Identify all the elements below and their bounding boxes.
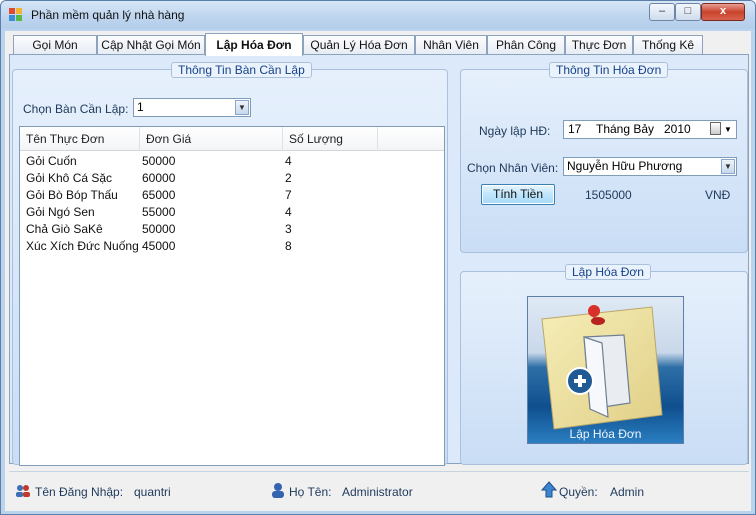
item-quantity: 3 [285, 222, 292, 236]
item-name: Gỏi Cuốn [26, 154, 77, 168]
currency-label: VNĐ [705, 188, 731, 202]
close-button[interactable]: x [701, 3, 745, 21]
date-day: 17 [568, 122, 582, 136]
list-item[interactable]: Chả Giò SaKê 50000 3 [20, 221, 444, 238]
invoice-note-icon [541, 305, 663, 430]
order-items-list[interactable]: Tên Thực Đơn Đơn Giá Số Lượng Gỏi Cuốn 5… [19, 126, 445, 466]
calendar-icon[interactable] [710, 122, 721, 135]
select-table-value: 1 [137, 100, 144, 114]
tab-nhan-vien[interactable]: Nhân Viên [415, 35, 487, 55]
table-info-group: Thông Tin Bàn Cần Lập Chọn Bàn Cần Lập: … [12, 62, 448, 466]
item-name: Gỏi Bò Bóp Thấu [26, 188, 118, 202]
login-label: Tên Đăng Nhập: [35, 485, 124, 499]
chevron-down-icon[interactable]: ▼ [724, 121, 732, 138]
tab-lap-hoa-don[interactable]: Lập Hóa Đơn [205, 33, 303, 56]
list-item[interactable]: Gỏi Khô Cá Sặc 60000 2 [20, 170, 444, 187]
login-value: quantri [134, 485, 171, 499]
select-staff-combo[interactable]: Nguyễn Hữu Phương ▼ [563, 157, 737, 176]
minimize-icon: – [658, 5, 666, 17]
chevron-down-icon[interactable]: ▼ [235, 100, 249, 115]
list-header: Tên Thực Đơn Đơn Giá Số Lượng [20, 127, 444, 151]
create-invoice-button-label: Lập Hóa Đơn [569, 427, 642, 441]
minimize-button[interactable]: – [649, 3, 675, 21]
item-quantity: 4 [285, 205, 292, 219]
column-header-quantity[interactable]: Số Lượng [283, 127, 378, 151]
list-item[interactable]: Gỏi Bò Bóp Thấu 65000 7 [20, 187, 444, 204]
item-quantity: 7 [285, 188, 292, 202]
window-title: Phần mềm quản lý nhà hàng [31, 8, 185, 22]
table-info-title: Thông Tin Bàn Cần Lập [171, 62, 312, 78]
tab-phan-cong[interactable]: Phân Công [487, 35, 565, 55]
tab-cap-nhat-goi-mon[interactable]: Cập Nhật Gọi Món [97, 35, 205, 55]
column-header-name[interactable]: Tên Thực Đơn [20, 127, 140, 151]
item-name: Gỏi Khô Cá Sặc [26, 171, 113, 185]
date-month: Tháng Bảy [596, 122, 655, 136]
select-table-label: Chọn Bàn Cần Lập: [23, 102, 129, 116]
item-price: 55000 [142, 205, 176, 219]
create-invoice-button[interactable]: Lập Hóa Đơn [527, 296, 684, 444]
item-price: 45000 [142, 239, 176, 253]
item-price: 60000 [142, 171, 176, 185]
maximize-icon: □ [684, 5, 692, 17]
invoice-date-picker[interactable]: 17 Tháng Bảy 2010 ▼ [563, 120, 737, 139]
users-icon [16, 485, 30, 497]
arrow-up-icon [541, 481, 557, 498]
create-invoice-title: Lập Hóa Đơn [565, 264, 651, 280]
status-bar: Tên Đăng Nhập: quantri Họ Tên: Administr… [9, 471, 749, 507]
item-quantity: 8 [285, 239, 292, 253]
item-quantity: 4 [285, 154, 292, 168]
name-value: Administrator [342, 485, 413, 499]
main-content: Gọi Món Cập Nhật Gọi Món Lập Hóa Đơn Quả… [5, 31, 751, 511]
tab-thuc-don[interactable]: Thực Đơn [565, 35, 633, 55]
name-label: Họ Tên: [289, 485, 332, 499]
create-invoice-group: Lập Hóa Đơn Lập Hóa Đơn [460, 264, 748, 465]
tab-thong-ke[interactable]: Thống Kê [633, 35, 703, 55]
item-name: Chả Giò SaKê [26, 222, 103, 236]
invoice-info-group: Thông Tin Hóa Đơn Ngày lập HĐ: 17 Tháng … [460, 62, 748, 253]
item-name: Gỏi Ngó Sen [26, 205, 95, 219]
select-staff-label: Chọn Nhân Viên: [467, 161, 559, 175]
app-window: Phần mềm quản lý nhà hàng – □ x Gọi Món … [0, 0, 756, 515]
title-bar[interactable]: Phần mềm quản lý nhà hàng – □ x [1, 1, 755, 29]
tab-goi-mon[interactable]: Gọi Món [13, 35, 97, 55]
role-value: Admin [610, 485, 645, 499]
role-label: Quyền: [559, 485, 598, 499]
select-staff-value: Nguyễn Hữu Phương [567, 159, 683, 173]
list-item[interactable]: Gỏi Ngó Sen 55000 4 [20, 204, 444, 221]
select-table-combo[interactable]: 1 ▼ [133, 98, 251, 117]
calculate-button[interactable]: Tính Tiền [481, 184, 555, 205]
item-price: 65000 [142, 188, 176, 202]
total-amount: 1505000 [585, 188, 632, 202]
date-year: 2010 [664, 122, 691, 136]
list-item[interactable]: Xúc Xích Đức Nuống 45000 8 [20, 238, 444, 255]
chevron-down-icon[interactable]: ▼ [721, 159, 735, 174]
user-icon [272, 483, 284, 498]
item-price: 50000 [142, 222, 176, 236]
app-icon [9, 8, 23, 22]
close-icon: x [719, 5, 727, 17]
maximize-button[interactable]: □ [675, 3, 701, 21]
item-quantity: 2 [285, 171, 292, 185]
tab-quan-ly-hoa-don[interactable]: Quản Lý Hóa Đơn [303, 35, 415, 55]
tab-page-lap-hoa-don: Thông Tin Bàn Cần Lập Chọn Bàn Cần Lập: … [9, 54, 749, 466]
invoice-date-label: Ngày lập HĐ: [479, 124, 551, 138]
item-price: 50000 [142, 154, 176, 168]
list-item[interactable]: Gỏi Cuốn 50000 4 [20, 153, 444, 170]
item-name: Xúc Xích Đức Nuống [26, 239, 139, 253]
column-header-price[interactable]: Đơn Giá [140, 127, 283, 151]
invoice-info-title: Thông Tin Hóa Đơn [549, 62, 669, 78]
